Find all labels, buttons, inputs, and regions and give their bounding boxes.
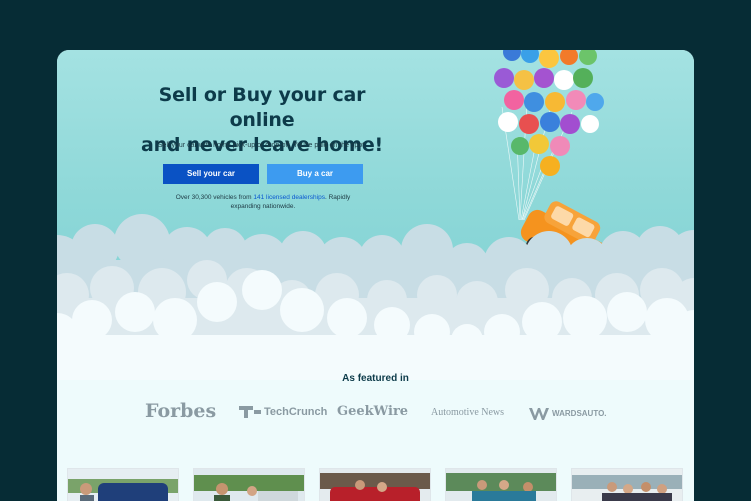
techcrunch-label: TechCrunch [264, 406, 328, 418]
sell-your-car-button[interactable]: Sell your car [163, 164, 259, 184]
customer-photo-2[interactable] [193, 468, 305, 501]
customer-photo-4[interactable] [445, 468, 557, 501]
wardsauto-label: WARDSAUTO. [552, 409, 607, 419]
techcrunch-logo: TechCrunch [239, 406, 328, 419]
customer-photo-strip [67, 468, 687, 501]
customer-photo-5[interactable] [571, 468, 683, 501]
customer-photo-3[interactable] [319, 468, 431, 501]
geekwire-logo: GeekWire [337, 404, 409, 419]
techcrunch-icon [239, 406, 261, 419]
hero-title-line-1: Sell or Buy your car online [158, 84, 366, 131]
buy-a-car-button[interactable]: Buy a car [267, 164, 363, 184]
wardsauto-logo: WARDSAUTO. [529, 408, 607, 420]
automotive-news-logo: Automotive News [431, 407, 505, 418]
landing-page: Sell or Buy your car online and never le… [57, 50, 694, 501]
licensed-dealerships-link[interactable]: 141 licensed dealerships [253, 194, 325, 201]
customer-photo-1[interactable] [67, 468, 179, 501]
stats-prefix: Over 30,300 vehicles from [175, 194, 254, 201]
dealership-stats: Over 30,300 vehicles from 141 licensed d… [163, 194, 363, 211]
forbes-logo: Forbes [145, 400, 217, 422]
hero-subtitle: Sell your car with home pick-up or drop-… [157, 142, 367, 149]
featured-in-heading: As featured in [342, 373, 409, 384]
wardsauto-icon [529, 408, 549, 420]
hero-section: Sell or Buy your car online and never le… [57, 50, 694, 380]
